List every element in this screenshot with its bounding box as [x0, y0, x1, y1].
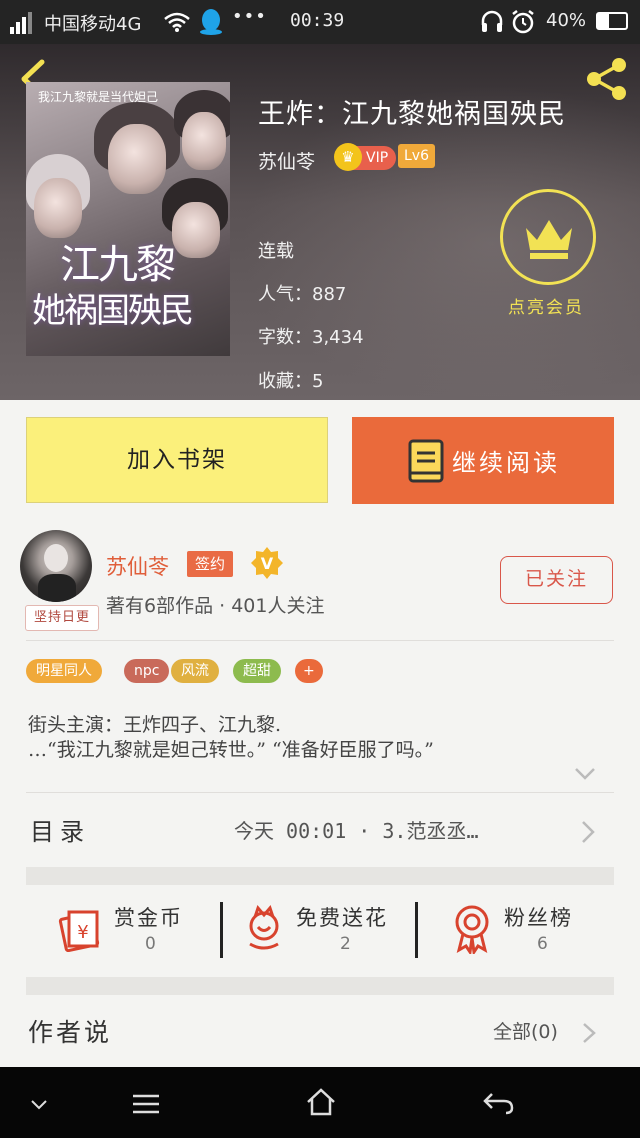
cover-tagline: 我江九黎就是当代妲己: [38, 90, 159, 104]
book-favorites: 收藏：5: [258, 371, 324, 392]
tag-pill[interactable]: 明星同人: [26, 659, 102, 683]
book-cover[interactable]: 我江九黎就是当代妲己 江九黎 她祸国殃民: [26, 82, 230, 356]
toc-label: 目录: [30, 818, 90, 846]
crown-icon: ♛: [334, 143, 362, 171]
vip-label: VIP: [366, 150, 389, 166]
author-says-title: 作者说: [28, 1018, 113, 1047]
follow-button[interactable]: 已关注: [500, 556, 613, 604]
yen-glyph: ¥: [77, 922, 88, 943]
share-icon: [587, 58, 626, 100]
carrier-label: 中国移动4G: [44, 14, 142, 35]
author-stats: 著有6部作品 · 401人关注: [106, 595, 325, 617]
clock: 00:39: [290, 10, 345, 31]
vip-badge: ♛ VIP: [334, 143, 397, 171]
author-says-arrow[interactable]: [582, 1022, 596, 1048]
send-flower-label: 免费送花: [296, 906, 388, 930]
headphones-icon: [481, 10, 503, 32]
book-author[interactable]: 苏仙苓: [258, 147, 315, 174]
vip-light-label[interactable]: 点亮会员: [508, 293, 584, 318]
latest-chapter[interactable]: 今天 00:01 · 3.范丞丞…: [234, 815, 479, 844]
section-separator: [26, 977, 614, 995]
verified-letter: V: [261, 554, 274, 573]
send-flower-value: 2: [340, 934, 351, 954]
cover-title-line1: 江九黎: [60, 242, 176, 288]
fan-ranking-label: 粉丝榜: [504, 906, 573, 930]
level-badge: Lv6: [398, 144, 435, 168]
section-separator: [26, 867, 614, 885]
book-popularity: 人气：887: [258, 284, 347, 305]
menu-icon[interactable]: [131, 1093, 161, 1115]
reward-coins-label: 赏金币: [114, 906, 183, 930]
cover-title-line2: 她祸国殃民: [32, 291, 194, 331]
vip-light-button[interactable]: [500, 189, 596, 285]
cover-title: 江九黎 她祸国殃民: [32, 242, 222, 334]
divider: [26, 640, 614, 641]
verified-icon: V: [251, 547, 283, 579]
chevron-down-icon: [575, 768, 595, 780]
description-line: …“我江九黎就是妲己转世。” “准备好臣服了吗。”: [28, 739, 434, 761]
continue-reading-label: 继续阅读: [452, 449, 560, 477]
crown-icon: [526, 220, 572, 259]
tag-pill[interactable]: npc: [124, 659, 170, 683]
avatar-caption: 坚持日更: [25, 605, 99, 631]
chevron-right-icon: [583, 1023, 596, 1043]
add-to-shelf-button[interactable]: 加入书架: [26, 417, 328, 503]
book-word-count: 字数：3,434: [258, 327, 364, 348]
share-button[interactable]: [582, 54, 632, 108]
author-name[interactable]: 苏仙苓: [106, 551, 169, 581]
book-title: 王炸：江九黎她祸国殃民: [258, 99, 566, 130]
battery-icon: [596, 12, 628, 30]
wifi-icon: [164, 12, 190, 32]
book-icon: [408, 439, 444, 483]
reward-coins-value: 0: [145, 934, 156, 954]
separator: [220, 902, 223, 958]
alarm-icon: [512, 10, 534, 34]
fan-ranking-value: 6: [537, 934, 548, 954]
expand-description-button[interactable]: [574, 766, 596, 785]
signal-icon: [10, 12, 32, 34]
tag-pill[interactable]: 风流: [171, 659, 219, 683]
signed-badge: 签约: [187, 551, 234, 577]
qq-icon: [200, 9, 222, 35]
chevron-right-icon: [582, 821, 595, 843]
collapse-icon[interactable]: [30, 1099, 48, 1111]
status-bar: 中国移动4G ••• 00:39 40%: [0, 0, 640, 44]
battery-percent: 40%: [546, 10, 587, 31]
flower-icon: [249, 905, 279, 950]
more-dots-icon: •••: [232, 6, 267, 27]
author-says-all-link[interactable]: 全部(0): [493, 1017, 558, 1044]
medal-icon: [455, 905, 489, 954]
system-nav-bar: [0, 1067, 640, 1138]
add-tag-button[interactable]: +: [295, 659, 323, 683]
verified-badge: V: [250, 546, 284, 580]
back-arrow-icon[interactable]: [482, 1091, 514, 1115]
separator: [415, 902, 418, 958]
continue-reading-button[interactable]: 继续阅读: [352, 417, 614, 504]
tag-pill[interactable]: 超甜: [233, 659, 281, 683]
book-status: 连载: [258, 241, 294, 262]
description-line: 街头主演：王炸四子、江九黎.: [28, 714, 282, 736]
home-icon[interactable]: [305, 1087, 337, 1117]
author-avatar[interactable]: [20, 530, 92, 602]
toc-arrow[interactable]: [580, 820, 596, 848]
coin-envelope-icon: ¥: [58, 910, 100, 952]
